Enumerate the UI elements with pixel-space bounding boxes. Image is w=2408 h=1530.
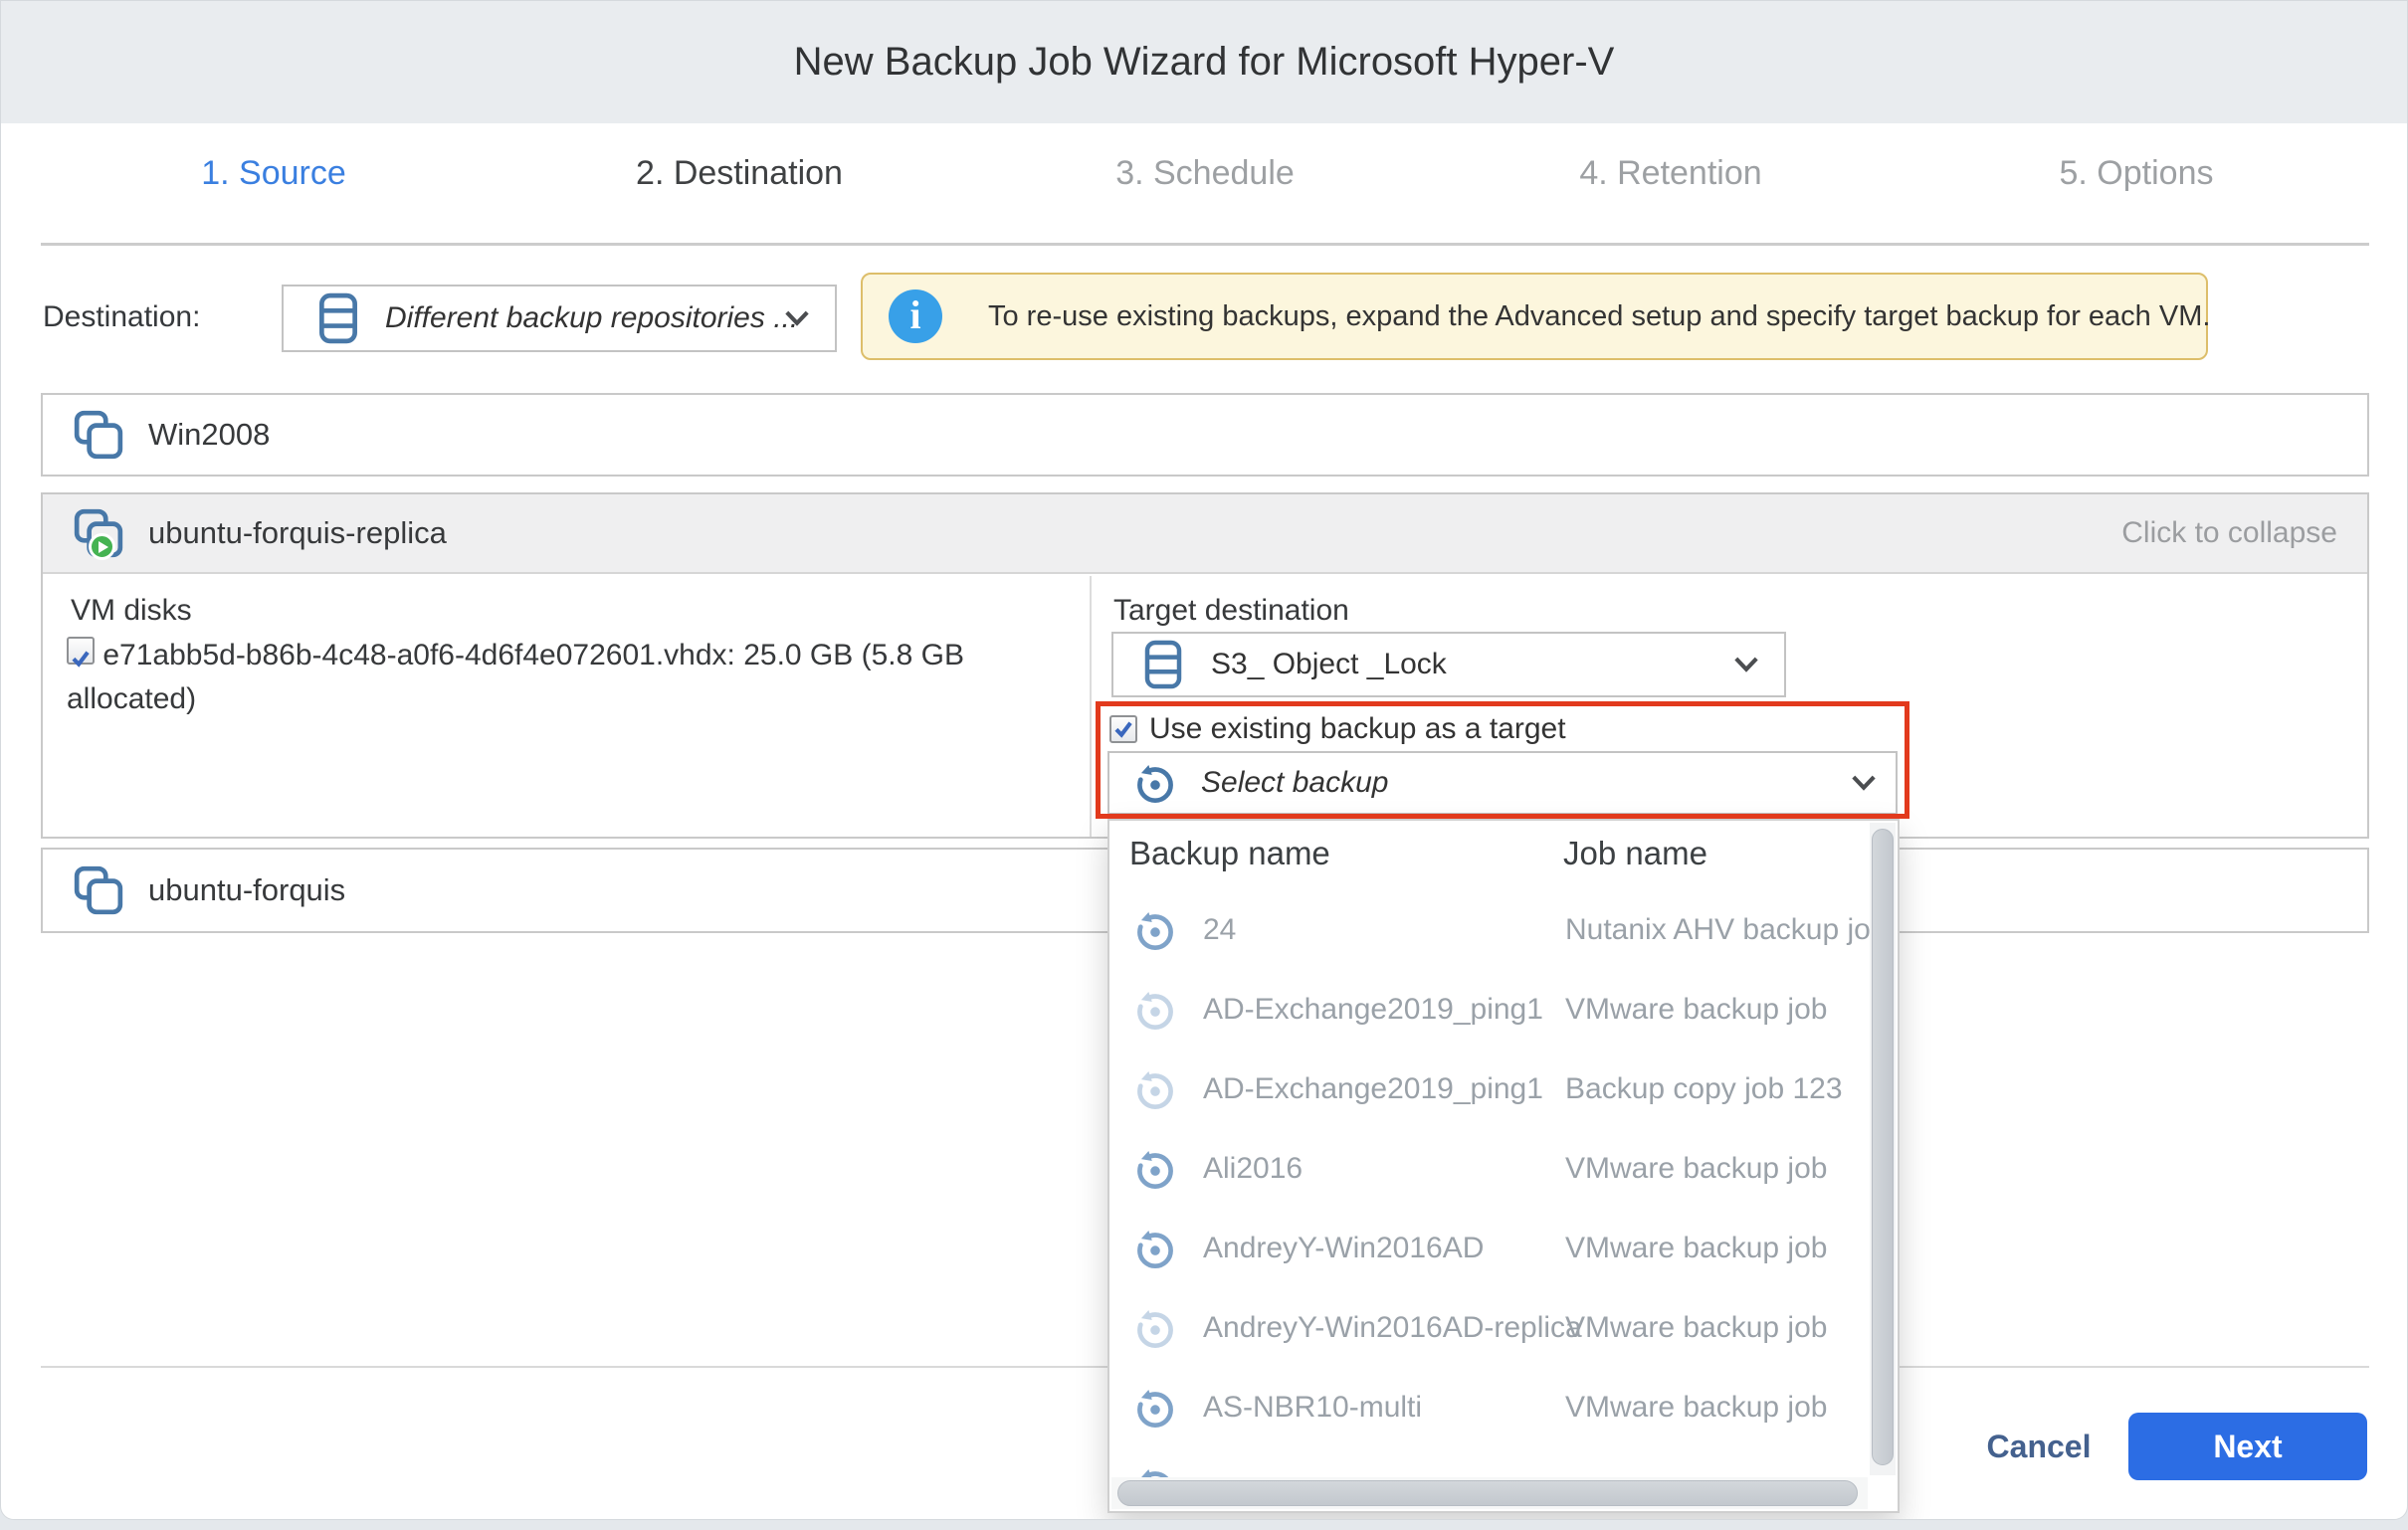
- vm-icon: [73, 864, 124, 916]
- backup-name-cell: AS-NBR10-multi: [1203, 1368, 1422, 1447]
- backup-icon: [1129, 1302, 1181, 1354]
- repository-icon: [1143, 640, 1183, 689]
- play-badge-icon: [89, 533, 115, 560]
- chevron-down-icon: [1850, 775, 1878, 792]
- vm-running-icon: [73, 507, 124, 559]
- vertical-scrollbar[interactable]: [1870, 823, 1896, 1475]
- backup-wizard-dialog: New Backup Job Wizard for Microsoft Hype…: [0, 0, 2408, 1530]
- vm-disk-item: e71abb5d-b86b-4c48-a0f6-4d6f4e072601.vhd…: [67, 634, 982, 721]
- backup-dropdown-row[interactable]: AD-Exchange2019_ping1 Backup copy job 12…: [1109, 1050, 1870, 1129]
- backup-name-cell: AndreyY-Win2016AD: [1203, 1209, 1484, 1288]
- backup-name-cell: 24: [1203, 890, 1236, 970]
- disk-checkbox[interactable]: [67, 637, 95, 665]
- backup-icon: [1129, 1063, 1181, 1115]
- select-backup-dropdown[interactable]: Select backup: [1107, 751, 1898, 815]
- chevron-down-icon: [1732, 657, 1760, 673]
- destination-dropdown[interactable]: Different backup repositories ...: [282, 285, 837, 352]
- job-name-cell: VMware backup job: [1565, 1129, 1827, 1209]
- cancel-button[interactable]: Cancel: [1969, 1414, 2108, 1479]
- job-name-cell: Nutanix AHV backup job: [1565, 890, 1870, 970]
- vm-row-win2008[interactable]: Win2008: [41, 393, 2369, 477]
- target-repository-dropdown[interactable]: S3_ Object _Lock: [1111, 632, 1786, 697]
- use-existing-label: Use existing backup as a target: [1149, 712, 1566, 746]
- tab-retention[interactable]: 4. Retention: [1438, 123, 1904, 223]
- vertical-scrollbar-thumb[interactable]: [1872, 829, 1894, 1465]
- vm-name: Win2008: [148, 417, 270, 453]
- select-backup-value: Select backup: [1201, 766, 1388, 800]
- next-button[interactable]: Next: [2128, 1413, 2367, 1480]
- repository-icon: [317, 292, 359, 344]
- column-backup-name: Backup name: [1129, 835, 1330, 872]
- column-job-name: Job name: [1563, 835, 1707, 872]
- backup-dropdown-header: Backup name Job name: [1109, 821, 1898, 890]
- target-repository-value: S3_ Object _Lock: [1211, 648, 1447, 681]
- vm-icon: [73, 409, 124, 461]
- use-existing-backup-option: Use existing backup as a target: [1109, 709, 1566, 749]
- vm-name: ubuntu-forquis-replica: [148, 515, 447, 551]
- backup-dropdown-rows: 24 Nutanix AHV backup job AD-Exchange201…: [1109, 890, 1870, 1511]
- backup-dropdown-row[interactable]: AndreyY-Win2016AD-replica VMware backup …: [1109, 1288, 1870, 1368]
- backup-icon: [1129, 984, 1181, 1036]
- backup-dropdown-panel: Backup name Job name 24 Nutanix AHV back…: [1107, 819, 1900, 1513]
- backup-icon: [1129, 1382, 1181, 1434]
- backup-icon: [1129, 1223, 1181, 1274]
- tab-destination[interactable]: 2. Destination: [506, 123, 972, 223]
- wizard-steps: 1. Source 2. Destination 3. Schedule 4. …: [41, 123, 2369, 223]
- tab-schedule[interactable]: 3. Schedule: [972, 123, 1438, 223]
- job-name-cell: VMware backup job: [1565, 1288, 1827, 1368]
- backup-name-cell: AD-Exchange2019_ping1: [1203, 1050, 1543, 1129]
- horizontal-scrollbar-thumb[interactable]: [1117, 1480, 1858, 1506]
- job-name-cell: Backup copy job 123: [1565, 1050, 1843, 1129]
- backup-dropdown-row[interactable]: 24 Nutanix AHV backup job: [1109, 890, 1870, 970]
- job-name-cell: VMware backup job: [1565, 1368, 1827, 1447]
- backup-dropdown-row[interactable]: AD-Exchange2019_ping1 VMware backup job: [1109, 970, 1870, 1050]
- destination-dropdown-value: Different backup repositories ...: [385, 301, 798, 335]
- job-name-cell: VMware backup job: [1565, 970, 1827, 1050]
- backup-name-cell: AndreyY-Win2016AD-replica: [1203, 1288, 1582, 1368]
- job-name-cell: VMware backup job: [1565, 1209, 1827, 1288]
- backup-dropdown-row[interactable]: AndreyY-Win2016AD VMware backup job: [1109, 1209, 1870, 1288]
- backup-icon: [1129, 757, 1181, 809]
- columns-divider: [1090, 576, 1092, 837]
- wizard-title: New Backup Job Wizard for Microsoft Hype…: [1, 1, 2407, 123]
- vm-row-ubuntu-forquis-replica[interactable]: ubuntu-forquis-replica Click to collapse: [43, 494, 2367, 574]
- backup-name-cell: Ali2016: [1203, 1129, 1303, 1209]
- backup-name-cell: AD-Exchange2019_ping1: [1203, 970, 1543, 1050]
- target-destination-label: Target destination: [1113, 594, 1349, 628]
- backup-dropdown-row[interactable]: AS-NBR10-multi VMware backup job: [1109, 1368, 1870, 1447]
- check-icon: [1112, 718, 1134, 740]
- tabs-divider: [41, 243, 2369, 246]
- tab-options[interactable]: 5. Options: [1904, 123, 2369, 223]
- check-icon: [70, 648, 92, 669]
- backup-icon: [1129, 1143, 1181, 1195]
- wizard-window: New Backup Job Wizard for Microsoft Hype…: [0, 0, 2408, 1520]
- chevron-down-icon: [783, 310, 811, 327]
- disk-label: e71abb5d-b86b-4c48-a0f6-4d6f4e072601.vhd…: [67, 639, 964, 715]
- vm-disks-label: VM disks: [71, 594, 192, 628]
- backup-icon: [1129, 904, 1181, 956]
- vm-name: ubuntu-forquis: [148, 872, 345, 908]
- info-banner-text: To re-use existing backups, expand the A…: [988, 300, 2210, 333]
- use-existing-checkbox[interactable]: [1109, 715, 1137, 743]
- destination-label: Destination:: [43, 285, 200, 350]
- collapse-hint: Click to collapse: [2121, 516, 2337, 550]
- horizontal-scrollbar[interactable]: [1111, 1477, 1868, 1509]
- info-banner: i To re-use existing backups, expand the…: [861, 273, 2208, 360]
- wizard-header: New Backup Job Wizard for Microsoft Hype…: [1, 1, 2407, 123]
- info-icon: i: [889, 289, 942, 343]
- backup-dropdown-row[interactable]: Ali2016 VMware backup job: [1109, 1129, 1870, 1209]
- tab-source[interactable]: 1. Source: [41, 123, 506, 223]
